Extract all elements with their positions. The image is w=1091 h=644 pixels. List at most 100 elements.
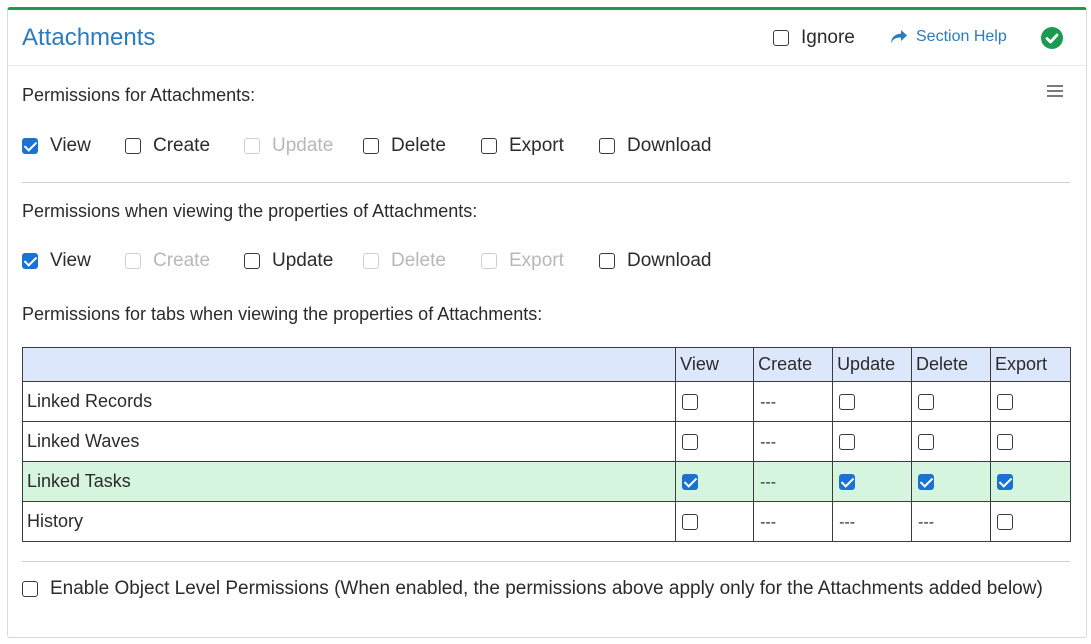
section2-view-checkbox[interactable]: View [22,249,91,273]
tab-name-cell: Linked Waves [21,421,677,462]
section-help-link[interactable]: Section Help [890,28,1007,46]
section1-delete-checkbox[interactable]: Delete [363,134,446,158]
delete-checkbox[interactable] [918,474,935,491]
section1-delete-checkbox-box[interactable] [363,138,379,154]
permission-cell-export[interactable] [990,461,1071,502]
table-row: Linked Records --- [21,381,1071,422]
section1-export-checkbox[interactable]: Export [481,134,564,158]
na-cell-create: --- [753,381,834,422]
column-header-export: Export [990,347,1071,382]
divider [22,182,1070,183]
column-header-update: Update [832,347,913,382]
divider [22,561,1070,562]
column-header-name [21,347,677,382]
section2-create-label: Create [153,250,211,271]
section2-export-checkbox: Export [481,249,564,273]
na-cell-create: --- [753,421,834,462]
section2-update-checkbox-box[interactable] [244,253,260,269]
section3-label: Permissions for tabs when viewing the pr… [22,304,543,324]
delete-checkbox[interactable] [918,434,935,451]
permission-cell-view[interactable] [675,421,755,462]
permission-cell-export[interactable] [990,421,1071,462]
section2-delete-checkbox-box [363,253,379,269]
section1-export-checkbox-box[interactable] [481,138,497,154]
object-level-label: Enable Object Level Permissions (When en… [50,578,1043,599]
section1-export-label: Export [509,135,564,156]
update-checkbox[interactable] [839,394,856,411]
section1-label: Permissions for Attachments: [22,85,256,105]
not-applicable-dash: --- [918,514,935,531]
update-checkbox[interactable] [839,434,856,451]
permission-cell-delete[interactable] [911,381,991,422]
permission-cell-delete[interactable] [911,461,991,502]
hamburger-menu-icon[interactable] [1047,84,1063,98]
update-checkbox[interactable] [839,474,856,491]
tab-permissions-table: View Create Update Delete Export Linked Reco… [21,347,1071,542]
section1-download-checkbox[interactable]: Download [599,134,712,158]
section2-create-checkbox-box [125,253,141,269]
section2-create-checkbox: Create [125,249,210,273]
na-cell-create: --- [753,501,834,542]
column-header-create: Create [753,347,834,382]
section1-view-checkbox-box[interactable] [22,138,38,154]
permission-cell-export[interactable] [990,501,1071,542]
permission-cell-view[interactable] [675,381,755,422]
view-checkbox[interactable] [682,474,699,491]
permission-cell-update[interactable] [832,461,913,502]
ignore-checkbox[interactable]: Ignore [773,27,855,49]
section1-create-label: Create [153,135,211,156]
view-checkbox[interactable] [682,394,699,411]
column-header-delete: Delete [911,347,991,382]
not-applicable-dash: --- [760,394,777,411]
table-row: History --- --- --- [21,501,1071,542]
ignore-checkbox-box[interactable] [773,30,789,46]
not-applicable-dash: --- [839,514,856,531]
tab-name-cell: Linked Records [21,381,677,422]
view-checkbox[interactable] [682,434,699,451]
permission-cell-update[interactable] [832,381,913,422]
permission-cell-delete[interactable] [911,421,991,462]
section2-download-checkbox-box[interactable] [599,253,615,269]
export-checkbox[interactable] [997,514,1013,531]
tab-name-cell: Linked Tasks [21,461,677,502]
section1-create-checkbox[interactable]: Create [125,134,210,158]
view-checkbox[interactable] [682,514,699,531]
permission-cell-export[interactable] [990,381,1071,422]
export-checkbox[interactable] [997,474,1013,491]
permission-cell-view[interactable] [675,461,755,502]
not-applicable-dash: --- [760,474,777,491]
object-level-permissions-checkbox[interactable]: Enable Object Level Permissions (When en… [22,578,1043,600]
section1-view-label: View [50,135,91,156]
section2-view-label: View [50,250,91,271]
section2-delete-label: Delete [391,250,446,271]
section2-view-checkbox-box[interactable] [22,253,38,269]
export-checkbox[interactable] [997,434,1013,451]
na-cell-create: --- [753,461,834,502]
section2-download-checkbox[interactable]: Download [599,249,712,273]
table-header-row: View Create Update Delete Export [21,347,1071,382]
section1-create-checkbox-box[interactable] [125,138,141,154]
table-row: Linked Tasks --- [21,461,1071,502]
section2-export-label: Export [509,250,564,271]
section1-update-checkbox-box [244,138,260,154]
permission-cell-update[interactable] [832,421,913,462]
section2-export-checkbox-box [481,253,497,269]
section1-download-label: Download [627,135,712,156]
panel-header: Attachments Ignore Section Help [8,10,1086,66]
section2-delete-checkbox: Delete [363,249,446,273]
section2-update-checkbox[interactable]: Update [244,249,333,273]
export-checkbox[interactable] [997,394,1013,411]
section1-delete-label: Delete [391,135,446,156]
not-applicable-dash: --- [760,514,777,531]
section2-label: Permissions when viewing the properties … [22,201,478,221]
delete-checkbox[interactable] [918,394,935,411]
section1-view-checkbox[interactable]: View [22,134,91,158]
section2-download-label: Download [627,250,712,271]
section1-download-checkbox-box[interactable] [599,138,615,154]
tab-name-cell: History [21,501,677,542]
object-level-checkbox-box[interactable] [22,581,38,597]
na-cell-update: --- [832,501,913,542]
section1-update-checkbox: Update [244,134,333,158]
panel-title: Attachments [22,24,156,51]
permission-cell-view[interactable] [675,501,755,542]
